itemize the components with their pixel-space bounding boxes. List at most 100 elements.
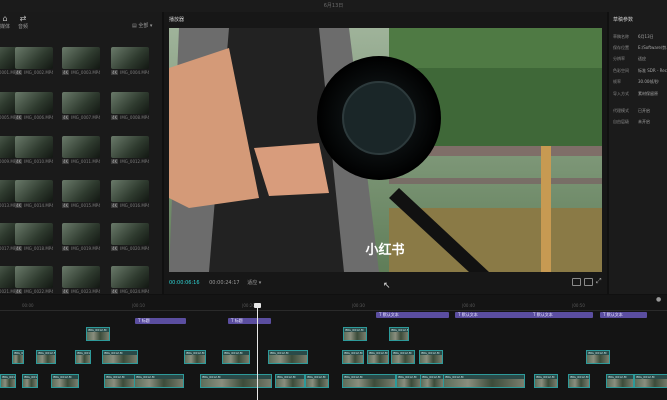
media-thumbnail[interactable]: 4K IMG_0020.MP4 [111, 223, 149, 251]
video-clip[interactable]: IMG_0012.M [342, 350, 364, 364]
media-thumbnail[interactable]: 4K IMG_0016.MP4 [111, 180, 149, 208]
clip-filmstrip [607, 379, 633, 387]
clip-filmstrip [276, 379, 304, 387]
thumbnail-image [62, 266, 100, 288]
playhead-handle[interactable] [254, 303, 261, 308]
video-clip[interactable]: IMG_0012.M [75, 350, 91, 364]
video-clip[interactable]: IMG_0012.M [634, 374, 667, 388]
video-clip[interactable]: IMG_0012.M [586, 350, 610, 364]
thumbnail-caption: 4K IMG_0002.MP4 [15, 70, 53, 75]
video-clip[interactable]: IMG_0012.M [568, 374, 590, 388]
text-clip[interactable]: T 默认文本 [455, 312, 538, 318]
video-clip[interactable]: IMG_0012.M [275, 374, 305, 388]
thumbnail-filename: IMG_0008.MP4 [120, 115, 149, 120]
video-clip[interactable]: IMG_0012.M [534, 374, 558, 388]
video-clip[interactable]: IMG_0012.M [268, 350, 308, 364]
media-thumbnail[interactable]: 4K IMG_0003.MP4 [62, 47, 100, 75]
snapshot-icon[interactable] [584, 278, 593, 286]
video-clip[interactable]: IMG_0012.M [606, 374, 634, 388]
video-clip[interactable]: IMG_0012.M [134, 374, 184, 388]
toolbar-audio[interactable]: ⇄ 音频 [13, 14, 33, 32]
media-thumbnail[interactable]: 4K IMG_0014.MP4 [15, 180, 53, 208]
thumbnail-filename: IMG_0022.MP4 [24, 289, 53, 294]
video-clip[interactable]: IMG_0012.M [391, 350, 415, 364]
video-clip[interactable]: IMG_0012.M [104, 374, 136, 388]
media-thumbnail[interactable]: 4K IMG_0011.MP4 [62, 136, 100, 164]
thumbnail-filename: IMG_0016.MP4 [120, 203, 149, 208]
media-thumbnail[interactable]: 4K IMG_0010.MP4 [15, 136, 53, 164]
text-clip[interactable]: T 默认文本 [530, 312, 593, 318]
thumbnail-caption: 4K IMG_0020.MP4 [111, 246, 149, 251]
thumbnail-caption: 4K IMG_0023.MP4 [62, 289, 100, 294]
video-clip[interactable]: IMG_0012.M [222, 350, 250, 364]
video-clip[interactable]: IMG_0012.M [86, 327, 110, 341]
thumbnail-image [111, 266, 149, 288]
text-clip[interactable]: T 默认文本 [376, 312, 449, 318]
media-thumbnail[interactable]: 4K IMG_0024.MP4 [111, 266, 149, 294]
media-thumbnail[interactable]: 4K IMG_0019.MP4 [62, 223, 100, 251]
clip-label: IMG_0012.M [77, 351, 91, 355]
video-clip[interactable]: IMG_0012.M [22, 374, 38, 388]
thumbnail-filename: IMG_0004.MP4 [120, 70, 149, 75]
detail-label: 代理模式 [613, 108, 629, 113]
ruler-tick-label: |00:20 [242, 303, 255, 308]
detail-row: 代理模式 已开启 [613, 108, 650, 114]
thumbnail-image [62, 180, 100, 202]
text-clip[interactable]: T 标题 [135, 318, 186, 324]
clip-filmstrip [103, 355, 137, 363]
video-clip[interactable]: IMG_0012.M [184, 350, 206, 364]
clip-filmstrip [37, 355, 55, 363]
media-thumbnail[interactable]: 4K IMG_0018.MP4 [15, 223, 53, 251]
video-frame[interactable]: 小红书 [169, 28, 602, 272]
video-clip[interactable]: IMG_0012.M [342, 374, 396, 388]
thumbnail-caption: 4K IMG_0003.MP4 [62, 70, 100, 75]
video-clip[interactable]: IMG_0012.M [419, 350, 443, 364]
clip-filmstrip [343, 379, 395, 387]
clip-label: IMG_0012.M [24, 375, 38, 379]
playhead[interactable] [257, 306, 258, 400]
thumbnail-image [62, 92, 100, 114]
clip-filmstrip [87, 332, 109, 340]
sort-dropdown[interactable]: ▤ 全部 ▾ [132, 22, 152, 29]
fullscreen-icon[interactable]: ⤢ [596, 277, 602, 286]
clip-filmstrip [635, 379, 667, 387]
video-clip[interactable]: IMG_0012.M [343, 327, 367, 341]
video-clip[interactable]: IMG_0012.M [389, 327, 409, 341]
clip-filmstrip [397, 379, 421, 387]
clip-filmstrip [223, 355, 249, 363]
video-clip[interactable]: IMG_0012.M [12, 350, 24, 364]
thumbnail-caption: 4K IMG_0024.MP4 [111, 289, 149, 294]
video-clip[interactable]: IMG_0012.M [305, 374, 329, 388]
clip-label: IMG_0012.M [2, 375, 16, 379]
text-clip[interactable]: T 标题 [228, 318, 271, 324]
video-clip[interactable]: IMG_0012.M [367, 350, 389, 364]
resolution-badge: 4K [15, 159, 23, 164]
thumbnail-caption: 4K IMG_0008.MP4 [111, 115, 149, 120]
thumbnail-image [15, 266, 53, 288]
media-thumbnail[interactable]: 4K IMG_0008.MP4 [111, 92, 149, 120]
screen-ratio-icon[interactable] [572, 278, 581, 286]
video-clip[interactable]: IMG_0012.M [51, 374, 79, 388]
resolution-badge: 4K [111, 289, 119, 294]
zoom-select[interactable]: 适应 ▾ [247, 280, 261, 286]
video-clip[interactable]: IMG_0012.M [102, 350, 138, 364]
media-thumbnail[interactable]: 4K IMG_0006.MP4 [15, 92, 53, 120]
clip-filmstrip [52, 379, 78, 387]
video-clip[interactable]: IMG_0012.M [0, 374, 16, 388]
media-thumbnail[interactable]: 4K IMG_0002.MP4 [15, 47, 53, 75]
thumbnail-image [62, 47, 100, 69]
media-thumbnail[interactable]: 4K IMG_0015.MP4 [62, 180, 100, 208]
media-thumbnail[interactable]: 4K IMG_0012.MP4 [111, 136, 149, 164]
video-clip[interactable]: IMG_0012.M [396, 374, 422, 388]
media-thumbnail[interactable]: 4K IMG_0023.MP4 [62, 266, 100, 294]
text-clip[interactable]: T 默认文本 [600, 312, 647, 318]
video-clip[interactable]: IMG_0012.M [36, 350, 56, 364]
media-thumbnail[interactable]: 4K IMG_0022.MP4 [15, 266, 53, 294]
media-thumbnail[interactable]: 4K IMG_0007.MP4 [62, 92, 100, 120]
clip-filmstrip [343, 355, 363, 363]
media-thumbnail[interactable]: 4K IMG_0004.MP4 [111, 47, 149, 75]
video-clip[interactable]: IMG_0012.M [443, 374, 525, 388]
video-clip[interactable]: IMG_0012.M [200, 374, 272, 388]
video-clip[interactable]: IMG_0012.M [420, 374, 444, 388]
timeline-ruler[interactable]: 00:00|00:10|00:20|00:30|00:40|00:50|01:0… [0, 300, 667, 311]
